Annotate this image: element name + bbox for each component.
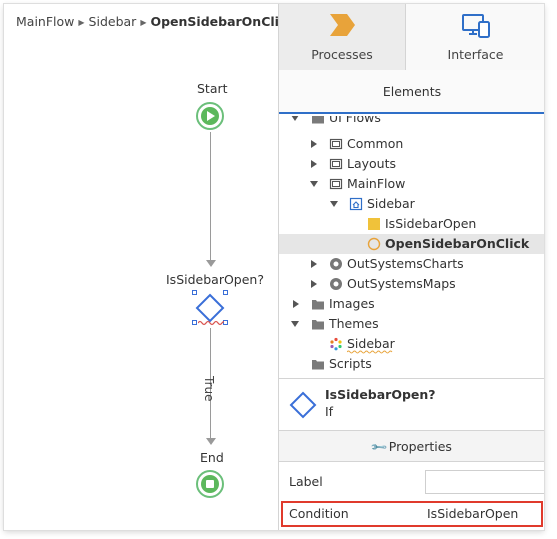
tree-item-label: Images [329,296,375,311]
screen-home-icon [349,197,363,211]
tree-item-label: Sidebar [367,196,415,211]
tree-item-label: UI Flows [329,116,381,125]
folder-icon [312,320,324,330]
folder-icon [312,116,324,124]
caret-right-icon[interactable] [311,280,317,288]
properties-tab-text: Properties [388,439,452,454]
label-input[interactable] [425,470,544,494]
tree-item-label: IsSidebarOpen [385,216,477,231]
module-reference-icon [330,258,342,270]
tree-item-outsystems-charts[interactable]: OutSystemsCharts [279,254,544,274]
breadcrumb-separator-icon: ▶ [78,18,85,27]
start-node[interactable] [196,102,224,130]
caret-down-icon[interactable] [330,201,338,207]
tab-interface[interactable]: Interface [405,4,544,70]
tree-item-open-sidebar-on-click[interactable]: OpenSidebarOnClick [279,234,544,254]
properties-tab-label: 🔧Properties [279,438,544,457]
tree-item-label: Scripts [329,356,372,371]
processes-chevron-icon [330,14,355,36]
properties-element-title: IsSidebarOpen? [325,387,436,402]
if-icon [289,391,317,419]
tree-item-common[interactable]: Common [279,134,544,154]
tree-item-label: OpenSidebarOnClick [385,236,530,251]
tree-item-label: OutSystemsMaps [347,276,456,291]
breadcrumb-item-sidebar[interactable]: Sidebar [89,14,137,29]
tree-item-sidebar-theme[interactable]: Sidebar [279,334,544,354]
caret-right-icon[interactable] [293,300,299,308]
right-panel: Processes Interface Elements UI Flows Co… [278,4,544,530]
tree-item-images[interactable]: Images [279,294,544,314]
tree-item-outsystems-maps[interactable]: OutSystemsMaps [279,274,544,294]
breadcrumb-separator-icon: ▶ [140,18,147,27]
tree-item-scripts[interactable]: Scripts [279,354,544,374]
property-row-condition: Condition IsSidebarOpen [279,501,544,527]
end-node[interactable] [196,470,224,498]
tree-item-label: Sidebar [347,336,395,351]
stop-icon [201,475,219,493]
start-node-label: Start [197,81,228,96]
tree-item-label: MainFlow [347,176,406,191]
flow-canvas[interactable]: MainFlow ▶ Sidebar ▶ OpenSidebarOnClick Star… [4,4,295,530]
warning-squiggle [198,320,224,326]
property-row-label: Label [279,469,544,495]
caret-down-icon[interactable] [291,116,299,121]
condition-input[interactable]: IsSidebarOpen [427,506,518,521]
end-node-label: End [200,450,224,465]
app-window: MainFlow ▶ Sidebar ▶ OpenSidebarOnClick Star… [4,4,544,530]
tab-processes-label: Processes [311,47,373,62]
tab-properties[interactable]: 🔧Properties [279,430,544,462]
tab-processes[interactable]: Processes [279,4,405,70]
properties-element-type: If [325,404,334,419]
property-condition-name: Condition [289,506,349,521]
theme-palette-icon [330,337,342,351]
breadcrumb: MainFlow ▶ Sidebar ▶ OpenSidebarOnClick [16,14,295,29]
module-reference-icon [330,278,342,290]
flow-connector [210,132,211,260]
tab-bar: Processes Interface [279,4,544,70]
caret-down-icon[interactable] [291,321,299,327]
elements-header[interactable]: Elements [279,70,544,114]
caret-right-icon[interactable] [311,160,317,168]
wrench-icon: 🔧 [369,438,389,457]
properties-element-header: IsSidebarOpen? If [279,378,544,430]
devices-icon [461,14,490,38]
true-branch-label: True [202,376,216,402]
elements-tree: UI Flows Common Layouts MainFlow Sidebar [279,116,544,378]
caret-right-icon[interactable] [311,140,317,148]
folder-icon [312,300,324,310]
if-node-label: IsSidebarOpen? [166,272,264,287]
breadcrumb-current: OpenSidebarOnClick [150,14,295,29]
tree-item-mainflow[interactable]: MainFlow [279,174,544,194]
ui-flow-icon [329,178,343,190]
tree-item-ui-flows[interactable]: UI Flows [279,116,544,128]
client-action-icon [367,237,381,251]
play-icon [201,107,219,125]
property-label-name: Label [289,474,323,489]
tree-item-themes[interactable]: Themes [279,314,544,334]
ui-flow-icon [329,158,343,170]
tab-interface-label: Interface [447,47,504,62]
caret-right-icon[interactable] [311,260,317,268]
arrow-head-icon [206,438,216,445]
tree-item-label: Themes [329,316,379,331]
elements-header-label: Elements [382,84,442,99]
local-variable-icon [368,218,380,230]
folder-icon [312,360,324,370]
breadcrumb-item-mainflow[interactable]: MainFlow [16,14,74,29]
caret-down-icon[interactable] [310,181,318,187]
tree-item-layouts[interactable]: Layouts [279,154,544,174]
tree-item-label: Common [347,136,404,151]
arrow-head-icon [206,260,216,267]
tree-item-label: OutSystemsCharts [347,256,464,271]
tree-item-sidebar-block[interactable]: Sidebar [279,194,544,214]
ui-flow-icon [329,138,343,150]
tree-item-label: Layouts [347,156,397,171]
tree-item-is-sidebar-open[interactable]: IsSidebarOpen [279,214,544,234]
